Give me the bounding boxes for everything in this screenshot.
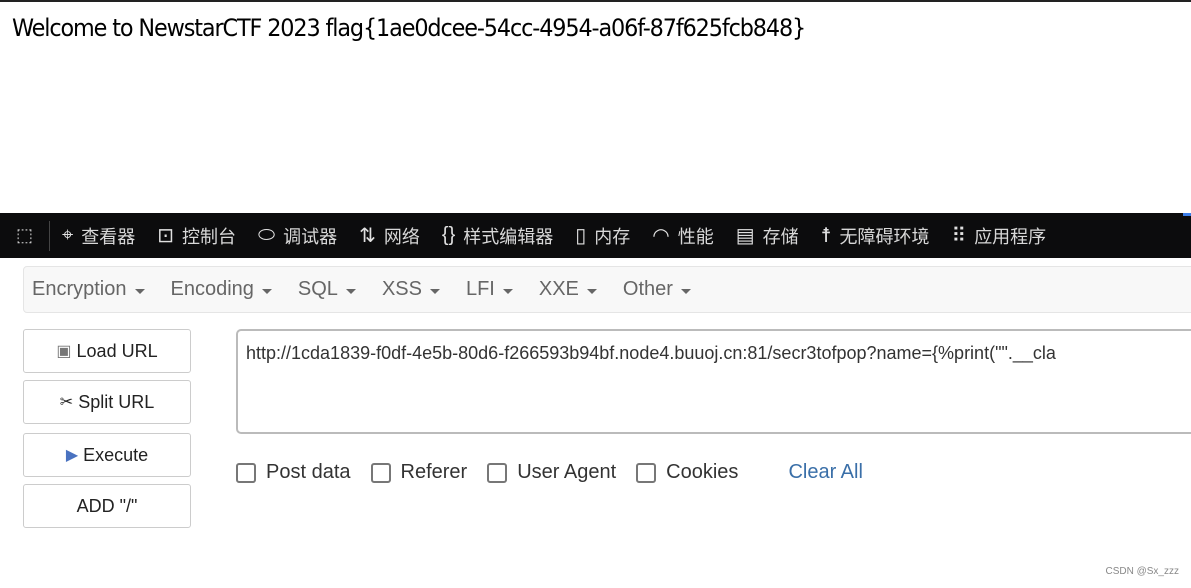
tab-label: 无障碍环境 [839,226,930,247]
tab-label: 控制台 [182,226,237,247]
page-top-border [0,0,1191,2]
checkbox-label: Referer [400,461,468,483]
button-label: ADD "/" [76,495,138,516]
menu-xxe[interactable]: XXE [539,278,597,301]
checkbox-icon [636,462,657,483]
menu-xss[interactable]: XSS [382,278,440,301]
menu-lfi[interactable]: LFI [466,278,513,301]
accessibility-icon: ☨ [820,225,832,247]
menu-label: Encryption [32,278,127,300]
caret-down-icon [502,288,513,294]
tab-inspector[interactable]: ⌖ 查看器 [62,223,135,249]
execute-button[interactable]: ▶ Execute [23,433,191,477]
application-icon: ⠿ [951,225,967,247]
referer-checkbox[interactable]: Referer [370,461,468,484]
hackbar-menubar: Encryption Encoding SQL XSS LFI XXE Othe… [23,266,1191,313]
menu-label: XXE [538,278,579,300]
checkbox-label: User Agent [517,461,617,483]
tab-storage[interactable]: ▤ 存储 [736,223,799,249]
tab-label: 查看器 [81,226,136,247]
clear-all-link[interactable]: Clear All [788,461,862,484]
tab-label: 内存 [594,226,631,247]
tab-label: 网络 [383,226,420,247]
menu-encoding[interactable]: Encoding [171,278,272,301]
network-icon: ⇅ [359,225,376,247]
tab-accessibility[interactable]: ☨ 无障碍环境 [821,223,930,249]
play-icon: ▶ [65,447,79,464]
menu-other[interactable]: Other [623,278,691,301]
scissors-icon: ✂ [59,394,74,411]
options-row: Post data Referer User Agent Cookies Cle… [236,461,863,484]
caret-down-icon [680,288,691,294]
active-indicator [1183,213,1191,216]
tab-label: 应用程序 [974,226,1047,247]
menu-label: SQL [297,278,338,300]
checkbox-label: Cookies [666,461,739,483]
url-input[interactable]: http://1cda1839-f0df-4e5b-80d6-f266593b9… [236,329,1191,434]
checkbox-icon [370,462,391,483]
inspector-icon: ⌖ [62,224,74,246]
caret-down-icon [261,288,272,294]
console-icon: ⊡ [157,225,175,247]
style-editor-icon: {} [441,224,456,246]
checkbox-icon [487,462,508,483]
split-url-button[interactable]: ✂ Split URL [23,380,191,424]
tab-label: 样式编辑器 [463,226,554,247]
menu-sql[interactable]: SQL [298,278,356,301]
memory-icon: ▯ [575,225,587,247]
watermark: CSDN @Sx_zzz [1105,566,1180,577]
performance-icon: ◠ [652,225,670,247]
menu-encryption[interactable]: Encryption [32,278,145,301]
caret-down-icon [134,288,145,294]
tab-memory[interactable]: ▯ 内存 [575,223,630,249]
welcome-text: Welcome to NewstarCTF 2023 flag{1ae0dcee… [12,14,806,42]
tab-label: 调试器 [283,226,338,247]
tab-application[interactable]: ⠿ 应用程序 [952,223,1047,249]
checkbox-label: Post data [266,461,351,483]
caret-down-icon [429,288,440,294]
caret-down-icon [586,288,597,294]
cookies-checkbox[interactable]: Cookies [636,461,738,484]
load-icon: ▣ [56,343,72,360]
caret-down-icon [345,288,356,294]
button-label: Split URL [78,391,155,412]
debugger-icon: ⬭ [258,224,276,246]
menu-label: XSS [381,278,422,300]
devtools-toolbar: ⬚ ⌖ 查看器 ⊡ 控制台 ⬭ 调试器 ⇅ 网络 {} 样式编辑器 ▯ 内存 ◠ 性能 ▤ 存储… [0,213,1191,258]
menu-label: Other [622,278,673,300]
element-picker-icon[interactable]: ⬚ [0,220,50,251]
button-label: Execute [83,444,149,465]
tab-console[interactable]: ⊡ 控制台 [157,223,236,249]
tab-style-editor[interactable]: {} 样式编辑器 [442,223,553,249]
button-label: Load URL [76,340,158,361]
menu-label: Encoding [170,278,254,300]
load-url-button[interactable]: ▣ Load URL [23,329,191,373]
tab-debugger[interactable]: ⬭ 调试器 [258,223,337,249]
checkbox-icon [236,462,256,483]
storage-icon: ▤ [735,225,755,247]
tab-network[interactable]: ⇅ 网络 [359,223,420,249]
tab-performance[interactable]: ◠ 性能 [652,223,713,249]
tab-label: 存储 [762,226,799,247]
menu-label: LFI [465,278,495,300]
post-data-checkbox[interactable]: Post data [236,461,351,484]
user-agent-checkbox[interactable]: User Agent [487,461,616,484]
add-slash-button[interactable]: ADD "/" [23,484,191,528]
tab-label: 性能 [677,226,714,247]
